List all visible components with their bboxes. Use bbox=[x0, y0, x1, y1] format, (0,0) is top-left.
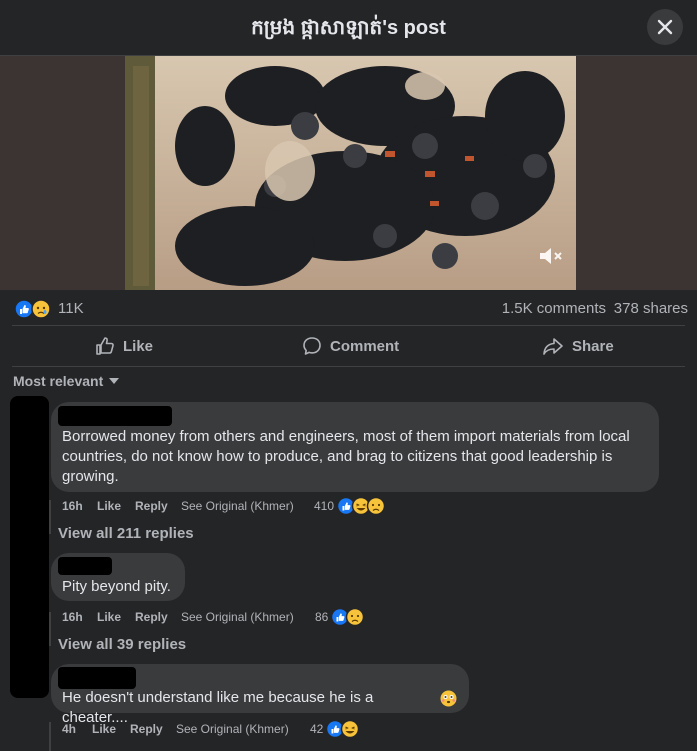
post-video[interactable] bbox=[125, 56, 576, 290]
reaction-count: 86 bbox=[315, 610, 329, 624]
see-original-link[interactable]: See Original (Khmer) bbox=[181, 610, 294, 624]
thread-line bbox=[49, 612, 51, 646]
comment-sort-dropdown[interactable]: Most relevant bbox=[13, 373, 120, 389]
like-sad-reaction-icons bbox=[331, 607, 365, 627]
redacted-author-name bbox=[58, 557, 112, 575]
caret-down-icon bbox=[109, 378, 120, 384]
comment-bubble: Pity beyond pity. bbox=[51, 553, 185, 601]
post-header: កម្រង ផ្កាសាឡាត់'s post bbox=[0, 0, 697, 56]
view-replies-link[interactable]: View all 211 replies bbox=[58, 525, 194, 542]
post-title: កម្រង ផ្កាសាឡាត់'s post bbox=[251, 17, 446, 39]
reaction-count[interactable]: 11K bbox=[58, 300, 84, 317]
crowd-image bbox=[125, 56, 576, 290]
thread-line bbox=[49, 500, 51, 534]
share-button[interactable]: Share bbox=[542, 326, 614, 366]
reaction-count: 42 bbox=[310, 722, 324, 736]
share-label: Share bbox=[572, 337, 614, 355]
close-icon bbox=[657, 19, 673, 35]
media-area bbox=[0, 56, 697, 290]
comment-time[interactable]: 16h bbox=[62, 610, 83, 624]
see-original-link[interactable]: See Original (Khmer) bbox=[181, 499, 294, 513]
like-laugh-reaction-icons bbox=[326, 719, 360, 739]
comment-time[interactable]: 4h bbox=[62, 722, 76, 736]
comment-like-button[interactable]: Like bbox=[92, 722, 116, 736]
thumbs-up-icon bbox=[96, 337, 114, 355]
thread-line bbox=[49, 722, 51, 751]
like-button[interactable]: Like bbox=[95, 326, 153, 366]
redacted-avatars bbox=[10, 396, 49, 698]
like-label: Like bbox=[123, 337, 154, 355]
comment-bubble: Borrowed money from others and engineers… bbox=[51, 402, 659, 492]
comment-time[interactable]: 16h bbox=[62, 499, 83, 513]
muted-speaker-icon bbox=[540, 248, 562, 264]
comment-bubble: He doesn't understand like me because he… bbox=[51, 664, 469, 726]
comment-reply-button[interactable]: Reply bbox=[130, 722, 163, 736]
post-stats: 11K 1.5K comments 378 shares bbox=[0, 290, 697, 326]
comment-like-button[interactable]: Like bbox=[97, 610, 121, 624]
reaction-count: 410 bbox=[314, 499, 335, 513]
redacted-author-name bbox=[58, 406, 172, 426]
flushed-emoji-icon bbox=[440, 690, 457, 707]
see-original-link[interactable]: See Original (Khmer) bbox=[176, 722, 289, 736]
comment-reply-button[interactable]: Reply bbox=[135, 499, 168, 513]
like-laugh-sad-reaction-icons bbox=[337, 496, 386, 516]
comment-like-button[interactable]: Like bbox=[97, 499, 121, 513]
comment-text: Borrowed money from others and engineers… bbox=[62, 428, 630, 485]
comment-reactions[interactable]: 410 bbox=[314, 496, 387, 516]
comment-text: Pity beyond pity. bbox=[62, 578, 171, 595]
comments-count[interactable]: 1.5K comments bbox=[502, 300, 606, 317]
comment-label: Comment bbox=[330, 337, 400, 355]
view-replies-link[interactable]: View all 39 replies bbox=[58, 636, 186, 653]
sort-label: Most relevant bbox=[13, 373, 104, 389]
share-arrow-icon bbox=[543, 338, 563, 355]
comment-reactions[interactable]: 86 bbox=[315, 607, 366, 627]
speech-bubble-icon bbox=[303, 337, 321, 355]
post-actions: Like Comment Share bbox=[12, 325, 685, 367]
shares-count[interactable]: 378 shares bbox=[614, 300, 688, 317]
comment-button[interactable]: Comment bbox=[302, 326, 399, 366]
reaction-icons[interactable] bbox=[14, 299, 54, 319]
comment-reply-button[interactable]: Reply bbox=[135, 610, 168, 624]
redacted-author-name bbox=[58, 667, 136, 689]
close-button[interactable] bbox=[647, 9, 683, 45]
comment-reactions[interactable]: 42 bbox=[310, 719, 361, 739]
mute-button[interactable] bbox=[538, 245, 564, 272]
